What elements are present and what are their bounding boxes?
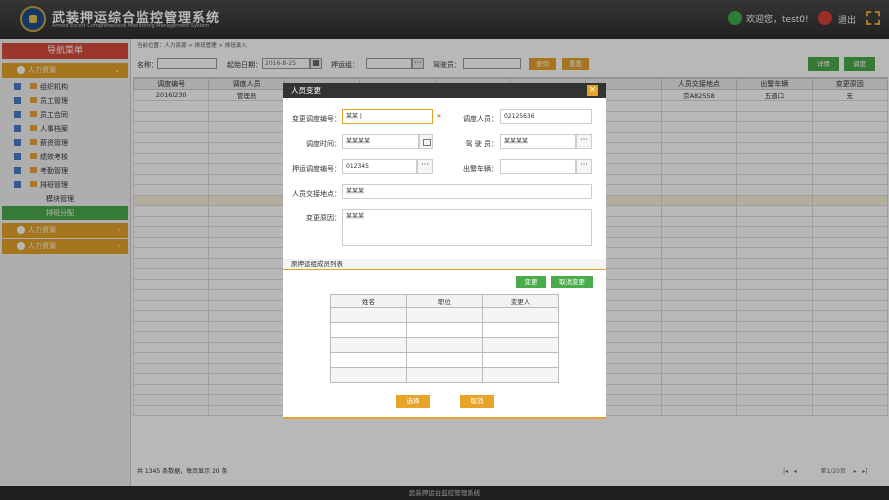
place-label: 人员交接地点： xyxy=(292,190,341,198)
more-icon[interactable]: ··· xyxy=(576,134,592,149)
table-cell xyxy=(330,337,407,353)
table-cell xyxy=(406,322,483,338)
calendar-icon[interactable] xyxy=(419,134,433,149)
person-label: 调度人员： xyxy=(463,115,498,123)
driver-input[interactable]: 某某某某 xyxy=(500,134,576,149)
table-cell xyxy=(330,352,407,368)
reason-textarea[interactable]: 某某某 xyxy=(342,209,592,246)
dialog-title: 人员变更 xyxy=(283,83,606,98)
table-row[interactable] xyxy=(330,307,559,323)
col-header: 姓名 xyxy=(330,294,407,308)
car-input[interactable] xyxy=(500,159,576,174)
table-row[interactable] xyxy=(330,337,559,353)
table-cell xyxy=(330,367,407,383)
table-row[interactable] xyxy=(330,352,559,368)
table-cell xyxy=(482,322,559,338)
reason-label: 变更原因： xyxy=(306,214,341,222)
ok-button[interactable]: 选择 xyxy=(396,395,430,408)
change-no-input[interactable]: 某某 | xyxy=(342,109,433,124)
more-icon[interactable]: ··· xyxy=(417,159,433,174)
required-mark: * xyxy=(437,113,441,122)
driver-label: 驾 驶 员： xyxy=(465,140,498,148)
table-cell xyxy=(482,337,559,353)
member-table-header: 姓名 职位 变更人 xyxy=(330,294,559,308)
person-input[interactable]: 02125636 xyxy=(500,109,592,124)
change-no-label: 变更调度编号： xyxy=(292,115,341,123)
escort-no-label: 押运调度编号： xyxy=(292,165,341,173)
cancel-button[interactable]: 取消 xyxy=(460,395,494,408)
time-input[interactable]: 某某某某 xyxy=(342,134,419,149)
change-button[interactable]: 变更 xyxy=(516,276,546,288)
cancel-change-button[interactable]: 取消变更 xyxy=(551,276,593,288)
col-header: 变更人 xyxy=(482,294,559,308)
table-cell xyxy=(330,307,407,323)
table-row[interactable] xyxy=(330,367,559,383)
table-cell xyxy=(482,367,559,383)
escort-no-input[interactable]: 012345 xyxy=(342,159,417,174)
table-cell xyxy=(406,352,483,368)
member-table: 姓名 职位 变更人 xyxy=(330,294,559,383)
table-row[interactable] xyxy=(330,322,559,338)
car-label: 出警车辆： xyxy=(463,165,498,173)
table-cell xyxy=(482,352,559,368)
place-input[interactable]: 某某某 xyxy=(342,184,592,199)
change-dialog: 人员变更 × 变更调度编号： 某某 | * 调度人员： 02125636 调度时… xyxy=(283,83,606,419)
col-header: 职位 xyxy=(406,294,483,308)
table-cell xyxy=(482,307,559,323)
table-cell xyxy=(406,307,483,323)
table-cell xyxy=(330,322,407,338)
more-icon[interactable]: ··· xyxy=(576,159,592,174)
table-cell xyxy=(406,367,483,383)
section-title: 原押运组成员列表 xyxy=(283,259,606,270)
time-label: 调度时间： xyxy=(306,140,341,148)
table-cell xyxy=(406,337,483,353)
close-icon[interactable]: × xyxy=(587,85,598,96)
